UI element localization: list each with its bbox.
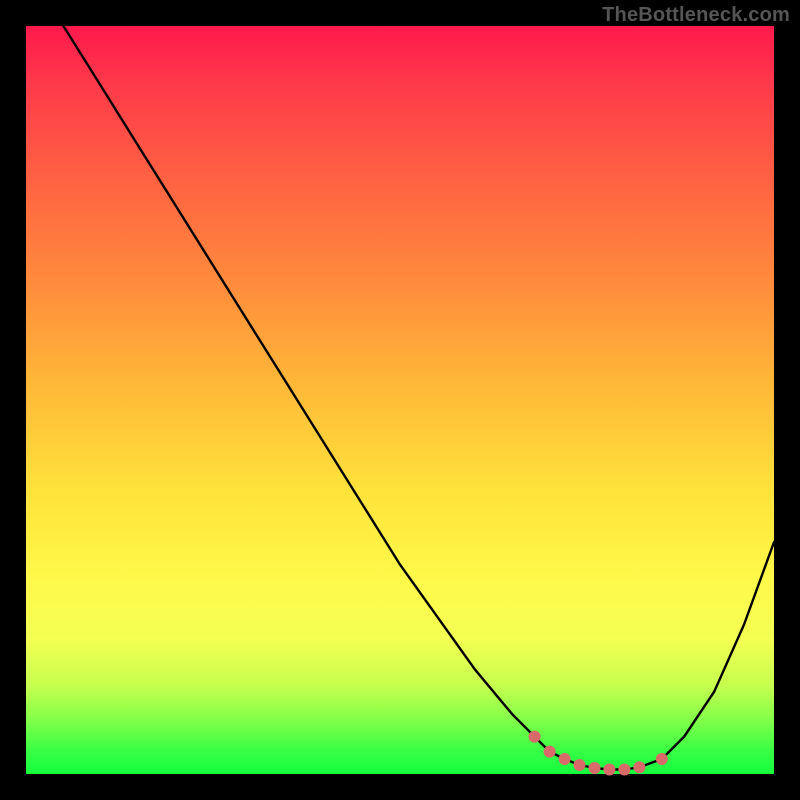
optimal-marker: [559, 753, 571, 765]
optimal-marker: [529, 731, 541, 743]
optimal-marker: [574, 759, 586, 771]
optimal-marker: [656, 753, 668, 765]
optimal-marker: [618, 764, 630, 776]
optimal-marker: [603, 764, 615, 776]
watermark: TheBottleneck.com: [602, 4, 790, 27]
optimal-marker: [633, 761, 645, 773]
chart-frame: TheBottleneck.com: [0, 0, 800, 800]
optimal-marker: [544, 746, 556, 758]
optimal-marker: [589, 762, 601, 774]
curve-layer: [26, 26, 774, 774]
bottleneck-curve: [63, 26, 774, 770]
plot-area: [26, 26, 774, 774]
optimal-markers: [529, 731, 668, 776]
